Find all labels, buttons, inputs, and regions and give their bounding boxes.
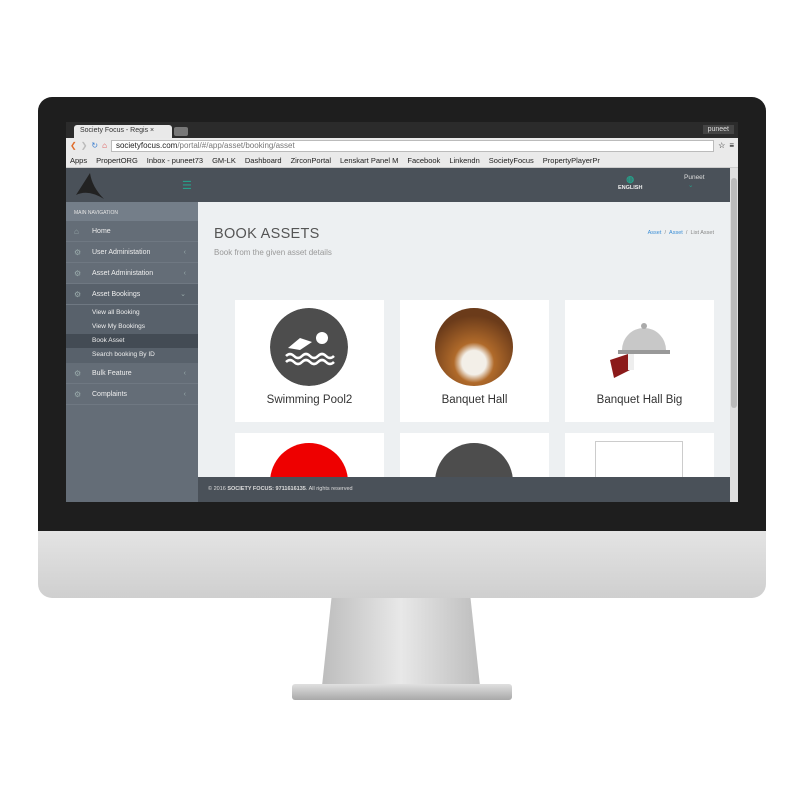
user-name: Puneet [684, 174, 705, 181]
breadcrumb-link[interactable]: Asset [648, 230, 662, 236]
home-icon[interactable]: ⌂ [102, 141, 107, 150]
sidebar-heading: MAIN NAVIGATION [66, 202, 198, 221]
gear-icon: ⚙ [74, 389, 82, 399]
reload-icon[interactable]: ↻ [91, 141, 98, 150]
monitor-base [292, 684, 512, 700]
bookmark[interactable]: Facebook [407, 156, 440, 165]
sidebar-item-complaints[interactable]: ⚙ Complaints ‹ [66, 384, 198, 405]
url-input[interactable]: societyfocus.com/portal/#/app/asset/book… [110, 139, 715, 152]
chevron-down-icon: ⌄ [180, 291, 186, 298]
page-subtitle: Book from the given asset details [214, 248, 332, 257]
url-path: /portal/#/app/asset/booking/asset [177, 140, 295, 150]
sidebar-item-user-administation[interactable]: ⚙ User Administation ‹ [66, 242, 198, 263]
gear-icon: ⚙ [74, 268, 82, 278]
profile-button[interactable]: puneet [702, 125, 734, 134]
asset-name: Banquet Hall [441, 394, 508, 406]
tab-bar: Society Focus - Regis × puneet [66, 122, 738, 138]
scrollbar[interactable] [730, 168, 738, 502]
address-bar: ❮ ❯ ↻ ⌂ societyfocus.com/portal/#/app/as… [66, 138, 738, 153]
user-menu[interactable]: Puneet ⌄ [666, 174, 705, 189]
screen: Society Focus - Regis × puneet ❮ ❯ ↻ ⌂ s… [66, 122, 738, 502]
swimming-icon [270, 308, 348, 386]
submenu: View all Booking View My Bookings Book A… [66, 305, 198, 363]
chevron-left-icon: ‹ [183, 369, 186, 377]
submenu-item-view-all-booking[interactable]: View all Booking [66, 306, 198, 320]
bookmark[interactable]: Linkendn [449, 156, 479, 165]
main-content: BOOK ASSETS Book from the given asset de… [198, 202, 730, 502]
label: Complaints [92, 390, 128, 398]
chevron-left-icon: ‹ [183, 248, 186, 256]
language-label: ENGLISH [618, 185, 643, 191]
new-tab-button[interactable] [174, 127, 188, 136]
back-icon[interactable]: ❮ [70, 141, 77, 150]
chevron-down-icon: ⌄ [688, 182, 694, 189]
chevron-left-icon: ‹ [183, 390, 186, 398]
asset-name: Swimming Pool2 [266, 394, 353, 406]
bookmark[interactable]: GM-LK [212, 156, 236, 165]
app-header: ☰ ◍ ENGLISH Puneet ⌄ [66, 168, 738, 202]
breadcrumb: Asset / Asset / List Asset [647, 230, 714, 236]
logo-icon[interactable] [74, 171, 106, 201]
bookmark[interactable]: Lenskart Panel M [340, 156, 398, 165]
gear-icon: ⚙ [74, 289, 82, 299]
star-icon[interactable]: ☆ [718, 141, 725, 150]
menu-icon[interactable]: ≡ [729, 141, 734, 150]
chevron-left-icon: ‹ [183, 269, 186, 277]
bookmark[interactable]: PropertyPlayerPr [543, 156, 600, 165]
banquet-hall-photo [435, 308, 513, 386]
label: Asset Administation [92, 269, 154, 277]
cloche-icon [610, 323, 670, 378]
breadcrumb-current: List Asset [690, 230, 714, 236]
bookmarks-bar: Apps PropertORG Inbox - puneet73 GM-LK D… [66, 153, 738, 168]
monitor-chin [38, 531, 766, 598]
label: Home [92, 227, 111, 235]
submenu-item-book-asset[interactable]: Book Asset [66, 334, 198, 348]
url-host: societyfocus.com [115, 140, 178, 150]
sidebar-item-home[interactable]: ⌂ Home [66, 221, 198, 242]
sidebar: MAIN NAVIGATION ⌂ Home ⚙ User Administatio… [66, 202, 198, 502]
globe-icon: ◍ [626, 174, 635, 184]
footer-brand: SOCIETY FOCUS: 9711616135 [227, 486, 306, 492]
sidebar-item-bulk-feature[interactable]: ⚙ Bulk Feature ‹ [66, 363, 198, 384]
footer-rights: . All rights reserved [305, 486, 353, 492]
submenu-item-view-my-bookings[interactable]: View My Bookings [66, 320, 198, 334]
home-icon: ⌂ [74, 226, 79, 236]
hamburger-menu-icon[interactable]: ☰ [182, 179, 192, 192]
sidebar-item-asset-bookings[interactable]: ⚙ Asset Bookings ⌄ [66, 284, 198, 305]
monitor-stand [322, 598, 480, 686]
bookmark[interactable]: SocietyFocus [489, 156, 534, 165]
bookmark[interactable]: Apps [70, 156, 87, 165]
asset-name: Banquet Hall Big [596, 394, 683, 406]
submenu-item-search-booking[interactable]: Search booking By ID [66, 348, 198, 362]
language-selector[interactable]: ◍ ENGLISH [618, 174, 642, 191]
asset-card[interactable]: Swimming Pool2 [235, 300, 384, 422]
page-title: BOOK ASSETS [214, 226, 320, 242]
footer: © 2016 SOCIETY FOCUS: 9711616135. All ri… [198, 477, 730, 502]
label: User Administation [92, 248, 151, 256]
browser-tab[interactable]: Society Focus - Regis × [74, 125, 172, 138]
gear-icon: ⚙ [74, 368, 82, 378]
breadcrumb-link[interactable]: Asset [669, 230, 683, 236]
label: Asset Bookings [92, 290, 141, 298]
gear-icon: ⚙ [74, 247, 82, 257]
footer-copyright: © 2016 [208, 486, 228, 492]
scrollbar-thumb[interactable] [731, 178, 737, 408]
sidebar-item-asset-administation[interactable]: ⚙ Asset Administation ‹ [66, 263, 198, 284]
bookmark[interactable]: ZirconPortal [291, 156, 331, 165]
bookmark[interactable]: Dashboard [245, 156, 282, 165]
bookmark[interactable]: PropertORG [96, 156, 138, 165]
asset-card[interactable]: Banquet Hall [400, 300, 549, 422]
label: Bulk Feature [92, 369, 132, 377]
tab-title: Society Focus - Regis [80, 127, 149, 134]
bookmark[interactable]: Inbox - puneet73 [147, 156, 203, 165]
asset-card[interactable]: Banquet Hall Big [565, 300, 714, 422]
forward-icon[interactable]: ❯ [81, 141, 88, 150]
